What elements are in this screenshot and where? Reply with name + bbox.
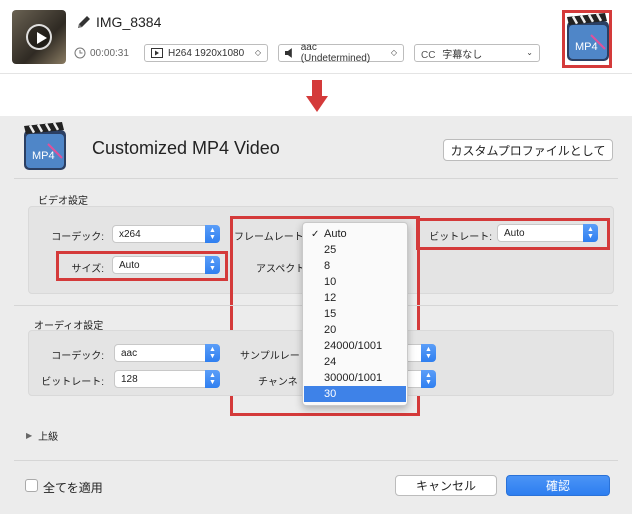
edit-name-icon[interactable] xyxy=(76,14,92,30)
audio-bitrate-value: 128 xyxy=(121,373,138,385)
framerate-option[interactable]: 12 xyxy=(304,290,406,306)
cc-icon: CC xyxy=(421,49,436,61)
framerate-option[interactable]: 8 xyxy=(304,258,406,274)
chevron-down-icon: ⌄ xyxy=(526,48,533,57)
framerate-option[interactable]: 30000/1001 xyxy=(304,370,406,386)
advanced-label: 上級 xyxy=(38,432,59,443)
updown-icon: ◇ xyxy=(390,48,397,57)
video-thumbnail[interactable] xyxy=(12,10,66,64)
framerate-option[interactable]: 24000/1001 xyxy=(304,338,406,354)
video-codec-label: コーデック: xyxy=(51,232,104,243)
duration: 00:00:31 xyxy=(74,44,129,62)
file-name[interactable]: IMG_8384 xyxy=(96,14,161,30)
advanced-disclosure[interactable]: ▶ 上級 xyxy=(26,428,58,443)
duration-text: 00:00:31 xyxy=(90,47,129,59)
play-icon[interactable] xyxy=(26,24,52,50)
framerate-option[interactable]: 10 xyxy=(304,274,406,290)
screen: IMG_8384 00:00:31 H264 1920x1080 ◇ aac (… xyxy=(0,0,632,514)
option-label: Auto xyxy=(324,228,347,240)
framerate-option-highlighted[interactable]: 30 xyxy=(304,386,406,402)
film-icon xyxy=(151,48,163,58)
size-highlight-box xyxy=(56,251,228,281)
file-row: IMG_8384 00:00:31 H264 1920x1080 ◇ aac (… xyxy=(0,0,632,74)
framerate-dropdown-menu[interactable]: ✓ Auto 25 8 10 12 15 20 24000/1001 24 30… xyxy=(302,222,408,406)
option-label: 20 xyxy=(324,324,337,336)
svg-text:MP4: MP4 xyxy=(575,41,598,53)
updown-icon: ▲ ▼ xyxy=(421,344,436,362)
audio-codec-value: aac xyxy=(121,347,138,359)
video-track-select[interactable]: H264 1920x1080 ◇ xyxy=(144,44,268,62)
bitrate-highlight-box xyxy=(416,218,610,250)
option-label: 8 xyxy=(324,260,331,272)
mp4-format-icon[interactable]: MP4 xyxy=(565,13,611,63)
video-track-value: H264 1920x1080 xyxy=(168,47,245,59)
option-label: 30 xyxy=(324,388,337,400)
samplerate-select[interactable]: ▲ ▼ xyxy=(404,344,436,362)
updown-icon: ▲ ▼ xyxy=(205,225,220,243)
mp4-profile-icon: MP4 xyxy=(24,122,66,170)
disclosure-triangle-icon[interactable]: ▶ xyxy=(26,431,32,440)
audio-codec-select[interactable]: aac ▲ ▼ xyxy=(114,344,220,362)
svg-text:MP4: MP4 xyxy=(32,150,55,162)
cancel-button[interactable]: キャンセル xyxy=(395,475,497,496)
option-label: 24 xyxy=(324,356,337,368)
divider xyxy=(14,460,618,461)
option-label: 25 xyxy=(324,244,337,256)
channel-label: チャンネ xyxy=(258,377,298,388)
audio-track-select[interactable]: aac (Undetermined) ◇ xyxy=(278,42,404,64)
video-settings-label: ビデオ設定 xyxy=(38,196,88,207)
subtitle-value: 字幕なし xyxy=(442,49,483,61)
updown-icon: ▲ ▼ xyxy=(205,370,220,388)
audio-track-value: aac (Undetermined) xyxy=(300,42,371,64)
framerate-option[interactable]: ✓ Auto xyxy=(304,226,406,242)
channel-select[interactable]: ▲ ▼ xyxy=(404,370,436,388)
framerate-option[interactable]: 20 xyxy=(304,322,406,338)
option-label: 10 xyxy=(324,276,337,288)
clock-icon xyxy=(74,47,86,59)
subtitle-select[interactable]: CC 字幕なし ⌄ xyxy=(414,44,540,62)
down-arrow-icon xyxy=(306,80,328,112)
confirm-button[interactable]: 確認 xyxy=(506,475,610,496)
profile-title: Customized MP4 Video xyxy=(92,138,280,158)
option-label: 12 xyxy=(324,292,337,304)
video-codec-select[interactable]: x264 ▲ ▼ xyxy=(112,225,220,243)
framerate-option[interactable]: 25 xyxy=(304,242,406,258)
samplerate-label: サンプルレー xyxy=(240,351,300,362)
divider xyxy=(14,178,618,179)
option-label: 30000/1001 xyxy=(324,372,383,384)
updown-icon: ▲ ▼ xyxy=(421,370,436,388)
option-label: 24000/1001 xyxy=(324,340,383,352)
framerate-option[interactable]: 15 xyxy=(304,306,406,322)
updown-icon: ▲ ▼ xyxy=(205,344,220,362)
audio-codec-label: コーデック: xyxy=(51,351,104,362)
updown-icon: ◇ xyxy=(254,48,261,57)
save-as-custom-profile-button[interactable]: カスタムプロファイルとして xyxy=(443,139,613,161)
audio-bitrate-label: ビットレート: xyxy=(41,377,104,388)
apply-all-label[interactable]: 全てを適用 xyxy=(43,479,103,496)
speaker-icon xyxy=(285,48,292,58)
video-codec-value: x264 xyxy=(119,228,141,240)
apply-all-checkbox[interactable] xyxy=(25,479,38,492)
framerate-option[interactable]: 24 xyxy=(304,354,406,370)
option-label: 15 xyxy=(324,308,337,320)
checkmark-icon: ✓ xyxy=(311,228,320,240)
audio-bitrate-select[interactable]: 128 ▲ ▼ xyxy=(114,370,220,388)
